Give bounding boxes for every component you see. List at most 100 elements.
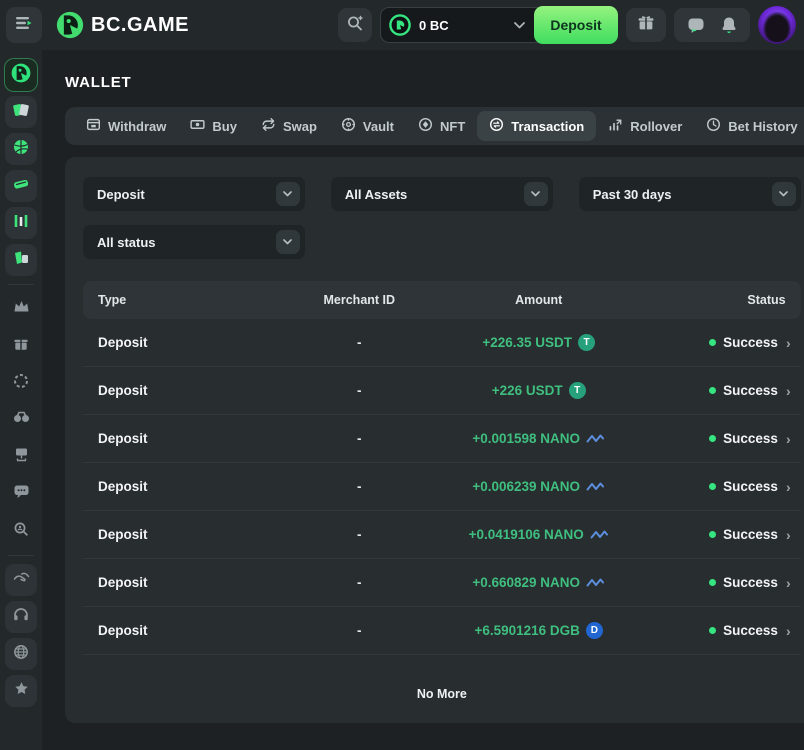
dropdown-value: Past 30 days bbox=[593, 187, 672, 202]
chevron-down-icon bbox=[276, 182, 300, 206]
sidebar-item-support[interactable] bbox=[5, 601, 37, 633]
binoculars-icon bbox=[13, 411, 30, 429]
brand-logo[interactable]: BC.GAME bbox=[56, 11, 189, 39]
row-amount: +0.660829 NANO bbox=[456, 575, 621, 590]
row-type: Deposit bbox=[83, 383, 262, 398]
sponsorship-hands-icon bbox=[13, 571, 30, 589]
row-type: Deposit bbox=[83, 575, 262, 590]
tab-label: Bet History bbox=[728, 119, 797, 134]
sidebar-item-home[interactable] bbox=[5, 59, 37, 91]
row-type: Deposit bbox=[83, 623, 262, 638]
star-icon bbox=[14, 681, 29, 701]
row-merchant-id: - bbox=[262, 383, 456, 398]
table-row[interactable]: Deposit - +0.660829 NANO Success › bbox=[83, 559, 801, 607]
sidebar-item-racing[interactable] bbox=[5, 170, 37, 202]
chevron-down-icon bbox=[524, 182, 548, 206]
tab-buy[interactable]: Buy bbox=[178, 111, 249, 141]
success-dot-icon bbox=[709, 339, 716, 346]
chevron-down-icon bbox=[276, 230, 300, 254]
chevron-right-icon: › bbox=[786, 623, 791, 639]
tab-transaction[interactable]: Transaction bbox=[477, 111, 596, 141]
coin-icon-slot bbox=[590, 529, 609, 540]
search-icon bbox=[346, 14, 364, 37]
asset-dropdown[interactable]: All Assets bbox=[331, 177, 553, 211]
wallet-balance-selector[interactable]: 0 BC Deposit bbox=[380, 7, 618, 43]
table-row[interactable]: Deposit - +6.5901216 DGB D Success › bbox=[83, 607, 801, 655]
sidebar-item-lottery[interactable] bbox=[5, 244, 37, 276]
row-amount: +226 USDT T bbox=[456, 382, 621, 399]
amount-value: +0.0419106 NANO bbox=[469, 527, 584, 542]
chevron-right-icon: › bbox=[786, 383, 791, 399]
tab-swap[interactable]: Swap bbox=[249, 111, 329, 141]
row-amount: +226.35 USDT T bbox=[456, 334, 621, 351]
sidebar-item-forum[interactable] bbox=[5, 478, 37, 510]
swap-icon bbox=[261, 117, 276, 135]
row-status[interactable]: Success › bbox=[621, 431, 800, 447]
amount-value: +226.35 USDT bbox=[482, 335, 572, 350]
table-row[interactable]: Deposit - +0.0419106 NANO Success › bbox=[83, 511, 801, 559]
sidebar-item-bonus[interactable] bbox=[5, 330, 37, 362]
chevron-right-icon: › bbox=[786, 479, 791, 495]
coin-icon-slot: D bbox=[586, 622, 603, 639]
chat-icon[interactable] bbox=[687, 17, 705, 34]
status-dropdown[interactable]: All status bbox=[83, 225, 305, 259]
nano-coin-icon bbox=[586, 433, 605, 444]
row-status[interactable]: Success › bbox=[621, 383, 800, 399]
table-row[interactable]: Deposit - +226 USDT T Success › bbox=[83, 367, 801, 415]
tab-label: Rollover bbox=[630, 119, 682, 134]
deposit-button[interactable]: Deposit bbox=[534, 6, 618, 44]
tab-nft[interactable]: NFT bbox=[406, 111, 477, 141]
table-row[interactable]: Deposit - +226.35 USDT T Success › bbox=[83, 319, 801, 367]
row-status[interactable]: Success › bbox=[621, 335, 800, 351]
sidebar-item-prediction[interactable] bbox=[5, 404, 37, 436]
chevron-down-icon bbox=[514, 22, 525, 29]
search-button[interactable] bbox=[338, 8, 372, 42]
row-status[interactable]: Success › bbox=[621, 527, 800, 543]
sidebar-item-vip[interactable] bbox=[5, 293, 37, 325]
sidebar-item-sponsorship[interactable] bbox=[5, 564, 37, 596]
tab-label: Withdraw bbox=[108, 119, 166, 134]
period-dropdown[interactable]: Past 30 days bbox=[579, 177, 801, 211]
sidebar-item-spin[interactable] bbox=[5, 367, 37, 399]
column-amount: Amount bbox=[456, 293, 621, 307]
bc-logo-icon bbox=[11, 63, 31, 88]
sidebar-item-trading[interactable] bbox=[5, 207, 37, 239]
rewards-button[interactable] bbox=[626, 8, 666, 42]
row-type: Deposit bbox=[83, 527, 262, 542]
nano-coin-icon bbox=[586, 577, 605, 588]
tab-rollover[interactable]: Rollover bbox=[596, 111, 694, 141]
sidebar-item-affiliate[interactable] bbox=[5, 441, 37, 473]
nft-icon bbox=[418, 117, 433, 135]
table-row[interactable]: Deposit - +0.006239 NANO Success › bbox=[83, 463, 801, 511]
sidebar-item-provably-fair[interactable] bbox=[5, 515, 37, 547]
tab-vault[interactable]: Vault bbox=[329, 111, 406, 141]
sidebar-item-language[interactable] bbox=[5, 638, 37, 670]
row-status[interactable]: Success › bbox=[621, 479, 800, 495]
amount-value: +226 USDT bbox=[492, 383, 563, 398]
status-text: Success bbox=[723, 527, 778, 542]
hamburger-icon bbox=[15, 16, 33, 35]
sidebar-item-casino[interactable] bbox=[5, 96, 37, 128]
row-status[interactable]: Success › bbox=[621, 575, 800, 591]
bell-icon[interactable] bbox=[721, 16, 737, 34]
status-text: Success bbox=[723, 623, 778, 638]
sidebar-item-favorites[interactable] bbox=[5, 675, 37, 707]
nano-coin-icon bbox=[590, 529, 609, 540]
tab-withdraw[interactable]: Withdraw bbox=[74, 111, 178, 141]
tab-bet-history[interactable]: Bet History bbox=[694, 111, 804, 141]
success-dot-icon bbox=[709, 483, 716, 490]
trading-candles-icon bbox=[12, 212, 30, 235]
menu-toggle-button[interactable] bbox=[6, 7, 42, 43]
row-status[interactable]: Success › bbox=[621, 623, 800, 639]
row-type: Deposit bbox=[83, 479, 262, 494]
status-text: Success bbox=[723, 335, 778, 350]
table-row[interactable]: Deposit - +0.001598 NANO Success › bbox=[83, 415, 801, 463]
row-amount: +0.0419106 NANO bbox=[456, 527, 621, 542]
main-content: WALLET Withdraw Buy Swap Vault NFT bbox=[42, 50, 804, 750]
sidebar-item-sports[interactable] bbox=[5, 133, 37, 165]
user-avatar[interactable] bbox=[758, 6, 796, 44]
headset-icon bbox=[13, 607, 29, 627]
bc-coin-icon bbox=[389, 14, 411, 36]
row-merchant-id: - bbox=[262, 623, 456, 638]
transaction-type-dropdown[interactable]: Deposit bbox=[83, 177, 305, 211]
